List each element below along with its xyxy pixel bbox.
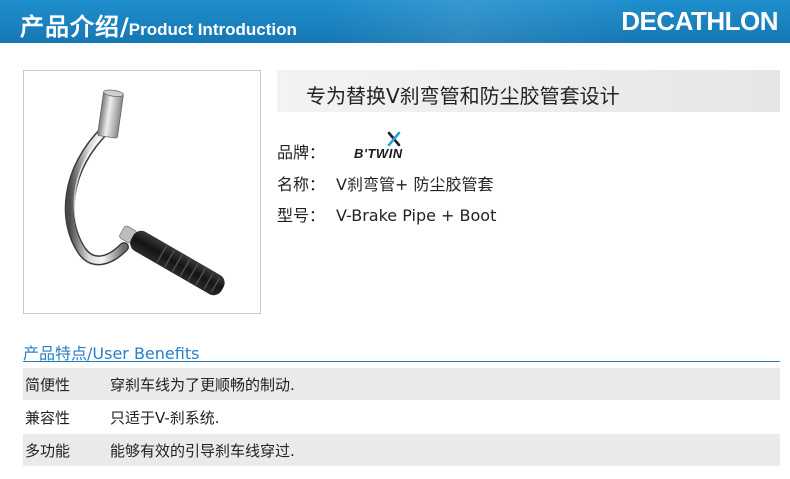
- spec-row-brand: 品牌：: [277, 139, 336, 163]
- spec-row-model: 型号： V-Brake Pipe + Boot: [277, 202, 496, 226]
- benefit-row: 简便性 穿刹车线为了更顺畅的制动.: [23, 368, 780, 400]
- spec-key-model: 型号：: [277, 206, 326, 225]
- section-title: 产品介绍/Product Introduction: [20, 7, 297, 42]
- btwin-wordmark: B'TWIN: [354, 146, 403, 161]
- benefit-text: 只适于V-刹系统.: [110, 409, 220, 427]
- section-title-separator: /: [120, 13, 129, 41]
- tagline-bar: 专为替换V刹弯管和防尘胶管套设计: [277, 70, 780, 112]
- benefits-divider: [23, 361, 780, 362]
- spec-value-model: V-Brake Pipe + Boot: [336, 206, 497, 225]
- product-image-frame: [23, 70, 261, 314]
- benefit-label: 兼容性: [25, 409, 71, 427]
- v-brake-pipe-icon: [64, 89, 225, 296]
- benefit-text: 穿刹车线为了更顺畅的制动.: [110, 376, 295, 394]
- benefit-row: 兼容性 只适于V-刹系统.: [23, 401, 780, 433]
- section-title-zh: 产品介绍: [20, 13, 120, 41]
- benefit-text: 能够有效的引导刹车线穿过.: [110, 442, 295, 460]
- header-banner: 产品介绍/Product Introduction DECATHLON: [0, 0, 790, 43]
- rubber-boot: [119, 225, 225, 296]
- benefit-label: 简便性: [25, 376, 71, 394]
- btwin-logo: B'TWIN: [354, 131, 403, 161]
- spec-key-name: 名称：: [277, 175, 326, 194]
- product-tagline: 专为替换V刹弯管和防尘胶管套设计: [306, 84, 620, 108]
- btwin-x-mark: [387, 131, 401, 147]
- benefit-row: 多功能 能够有效的引导刹车线穿过.: [23, 434, 780, 466]
- header-sweep: [330, 0, 630, 43]
- spec-row-name: 名称： V刹弯管+ 防尘胶管套: [277, 171, 493, 195]
- benefit-label: 多功能: [25, 442, 71, 460]
- spec-value-name: V刹弯管+ 防尘胶管套: [336, 175, 494, 194]
- spec-key-brand: 品牌：: [277, 143, 326, 162]
- pipe-end-cap: [97, 89, 124, 139]
- section-title-en: Product Introduction: [128, 20, 297, 39]
- pipe-body: [66, 125, 128, 264]
- decathlon-logo[interactable]: DECATHLON: [621, 6, 778, 37]
